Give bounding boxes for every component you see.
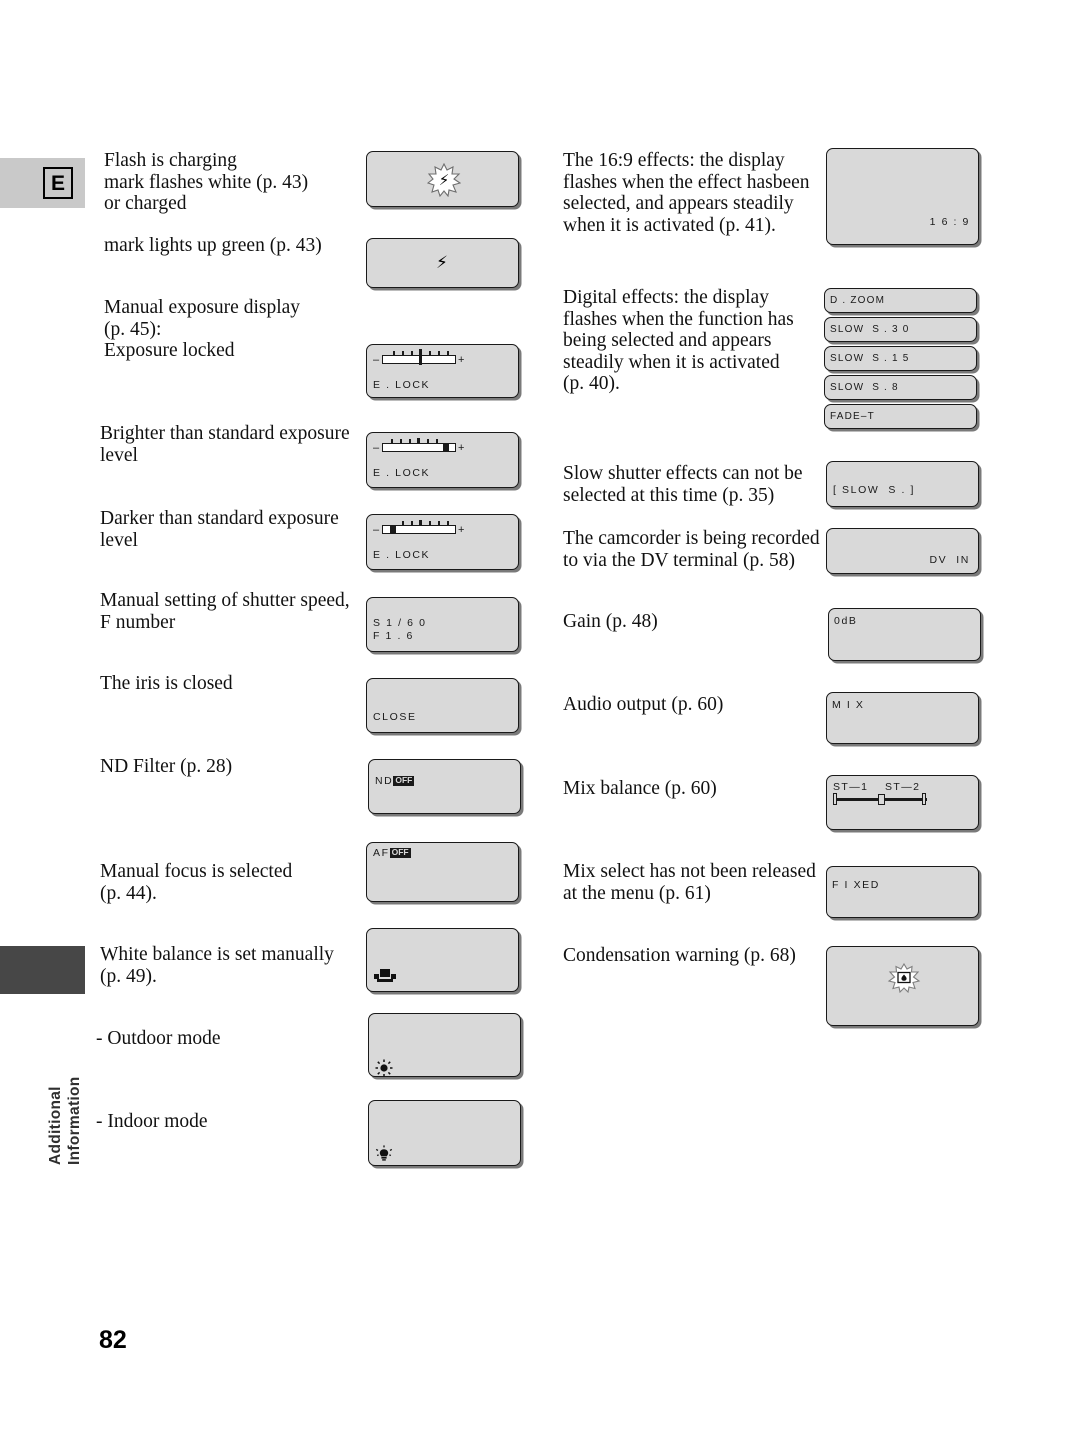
flash-bolt-icon: ⚡	[436, 253, 448, 273]
lcd-digital-effect-fade-t: FADE–T	[824, 404, 977, 429]
bulb-indoor-icon	[375, 1145, 393, 1163]
lcd-16-9: 1 6 : 9	[826, 148, 979, 245]
lcd-label-e-lock: E . LOCK	[373, 379, 431, 391]
meter-pointer	[419, 520, 422, 525]
meter-minus-label: –	[373, 354, 380, 366]
condensation-drop-flashing-icon	[887, 962, 921, 994]
lcd-label-16-9: 1 6 : 9	[929, 216, 970, 228]
entry-text-16-9-effects: The 16:9 effects: the display flashes wh…	[563, 150, 810, 236]
entry-text-iris-closed: The iris is closed	[100, 673, 233, 694]
lcd-label-slow-s-bracketed: [ SLOW S . ]	[833, 484, 916, 496]
sun-outdoor-icon	[375, 1059, 393, 1077]
meter-plus-label: +	[458, 354, 465, 366]
lcd-label-fixed: F I XED	[832, 879, 880, 891]
meter-level-slug	[390, 525, 396, 534]
nd-prefix-label: ND	[375, 775, 394, 787]
lcd-digital-effect-slow-s-15: SLOW S . 1 5	[824, 346, 977, 371]
entry-text-condensation-warning: Condensation warning (p. 68)	[563, 945, 796, 966]
entry-text-audio-output: Audio output (p. 60)	[563, 694, 724, 715]
off-badge-icon: OFF	[389, 847, 411, 858]
meter-minus-label: –	[373, 442, 380, 454]
entry-text-brighter-exposure: Brighter than standard exposure level	[100, 423, 350, 466]
mix-balance-label-st2: ST—2	[885, 781, 921, 793]
lcd-mix-balance: ST—1 ST—2	[826, 775, 979, 830]
mix-balance-end-right	[922, 793, 926, 805]
meter-pointer	[417, 438, 420, 443]
lcd-label-af: AF OFF	[373, 847, 411, 859]
meter-minus-label: –	[373, 524, 380, 536]
entry-text-mix-balance: Mix balance (p. 60)	[563, 778, 717, 799]
entry-text-digital-effects: Digital effects: the display flashes whe…	[563, 287, 794, 395]
entry-text-white-balance: White balance is set manually (p. 49).	[100, 944, 334, 987]
side-tab-vertical-label: Additional Information	[47, 1076, 83, 1165]
meter-plus-label: +	[458, 524, 465, 536]
entry-text-nd-filter: ND Filter (p. 28)	[100, 756, 233, 777]
lcd-flash-charged: ⚡	[366, 238, 519, 288]
lcd-flash-charging: ⚡	[366, 151, 519, 207]
lcd-label-nd: ND OFF	[375, 775, 415, 787]
lcd-manual-focus: AF OFF	[366, 842, 519, 902]
entry-text-outdoor-mode: - Outdoor mode	[96, 1028, 221, 1049]
lcd-mix-select-fixed: F I XED	[826, 866, 979, 918]
lcd-label-slow-s-30: SLOW S . 3 0	[830, 324, 910, 335]
entry-text-flash-charged: mark lights up green (p. 43)	[104, 235, 322, 256]
lcd-audio-output-mix: M I X	[826, 692, 979, 744]
lcd-label-fade-t: FADE–T	[830, 411, 875, 422]
lcd-label-e-lock: E . LOCK	[373, 467, 431, 479]
lcd-label-slow-s-8: SLOW S . 8	[830, 382, 899, 393]
lcd-digital-effect-slow-s-8: SLOW S . 8	[824, 375, 977, 400]
flash-bolt-flashing-icon: ⚡	[427, 163, 461, 197]
lcd-label-close: CLOSE	[373, 711, 417, 723]
white-balance-custom-icon	[374, 969, 396, 983]
lcd-label-mix: M I X	[832, 699, 865, 711]
lcd-indoor-mode	[368, 1100, 521, 1166]
off-badge-icon: OFF	[393, 775, 415, 786]
entry-text-manual-shutter: Manual setting of shutter speed, F numbe…	[100, 590, 350, 633]
lcd-digital-effect-slow-s-30: SLOW S . 3 0	[824, 317, 977, 342]
page-number: 82	[99, 1326, 127, 1354]
mix-balance-knob	[878, 793, 885, 805]
entry-text-manual-focus: Manual focus is selected (p. 44).	[100, 861, 293, 904]
lcd-slow-shutter-bracketed: [ SLOW S . ]	[826, 461, 979, 507]
lcd-shutter-fnumber: S 1 / 6 0 F 1 . 6	[366, 597, 519, 652]
side-tab-dark-block	[0, 946, 85, 994]
mix-balance-label-st1: ST—1	[833, 781, 869, 793]
lcd-digital-effect-dzoom: D . ZOOM	[824, 288, 977, 313]
side-tab-letter-glyph: E	[43, 167, 73, 199]
lcd-exposure-darker: – + E . LOCK	[366, 514, 519, 570]
lcd-exposure-brighter: – + E . LOCK	[366, 432, 519, 488]
lcd-dv-in: DV IN	[826, 528, 979, 574]
lcd-exposure-locked: – + E . LOCK	[366, 344, 519, 398]
lcd-white-balance	[366, 928, 519, 992]
lcd-label-shutter: S 1 / 6 0	[373, 617, 427, 629]
entry-text-indoor-mode: - Indoor mode	[96, 1111, 208, 1132]
side-tab-letter-e: E	[0, 158, 85, 208]
entry-text-darker-exposure: Darker than standard exposure level	[100, 508, 339, 551]
af-prefix-label: AF	[373, 847, 390, 859]
lcd-iris-closed: CLOSE	[366, 678, 519, 733]
lcd-label-gain: 0dB	[834, 615, 858, 627]
lcd-condensation-warning	[826, 946, 979, 1026]
lcd-nd-filter: ND OFF	[368, 759, 521, 814]
entry-text-slow-shutter-unavailable: Slow shutter effects can not be selected…	[563, 463, 803, 506]
meter-level-slug	[443, 443, 449, 452]
entry-text-gain: Gain (p. 48)	[563, 611, 658, 632]
lcd-label-slow-s-15: SLOW S . 1 5	[830, 353, 910, 364]
lcd-outdoor-mode	[368, 1013, 521, 1077]
meter-plus-label: +	[458, 442, 465, 454]
lcd-gain: 0dB	[828, 608, 981, 661]
lcd-label-fnumber: F 1 . 6	[373, 630, 414, 642]
lcd-label-dzoom: D . ZOOM	[830, 295, 886, 306]
entry-text-flash-charging: Flash is charging mark flashes white (p.…	[104, 150, 309, 215]
lcd-label-dv-in: DV IN	[929, 554, 970, 566]
mix-balance-end-left	[833, 793, 837, 805]
entry-text-dv-in: The camcorder is being recorded to via t…	[563, 528, 820, 571]
entry-text-manual-exposure: Manual exposure display (p. 45): Exposur…	[104, 297, 301, 362]
entry-text-mix-select-fixed: Mix select has not been released at the …	[563, 861, 816, 904]
lcd-label-e-lock: E . LOCK	[373, 549, 431, 561]
meter-pointer	[419, 349, 422, 365]
